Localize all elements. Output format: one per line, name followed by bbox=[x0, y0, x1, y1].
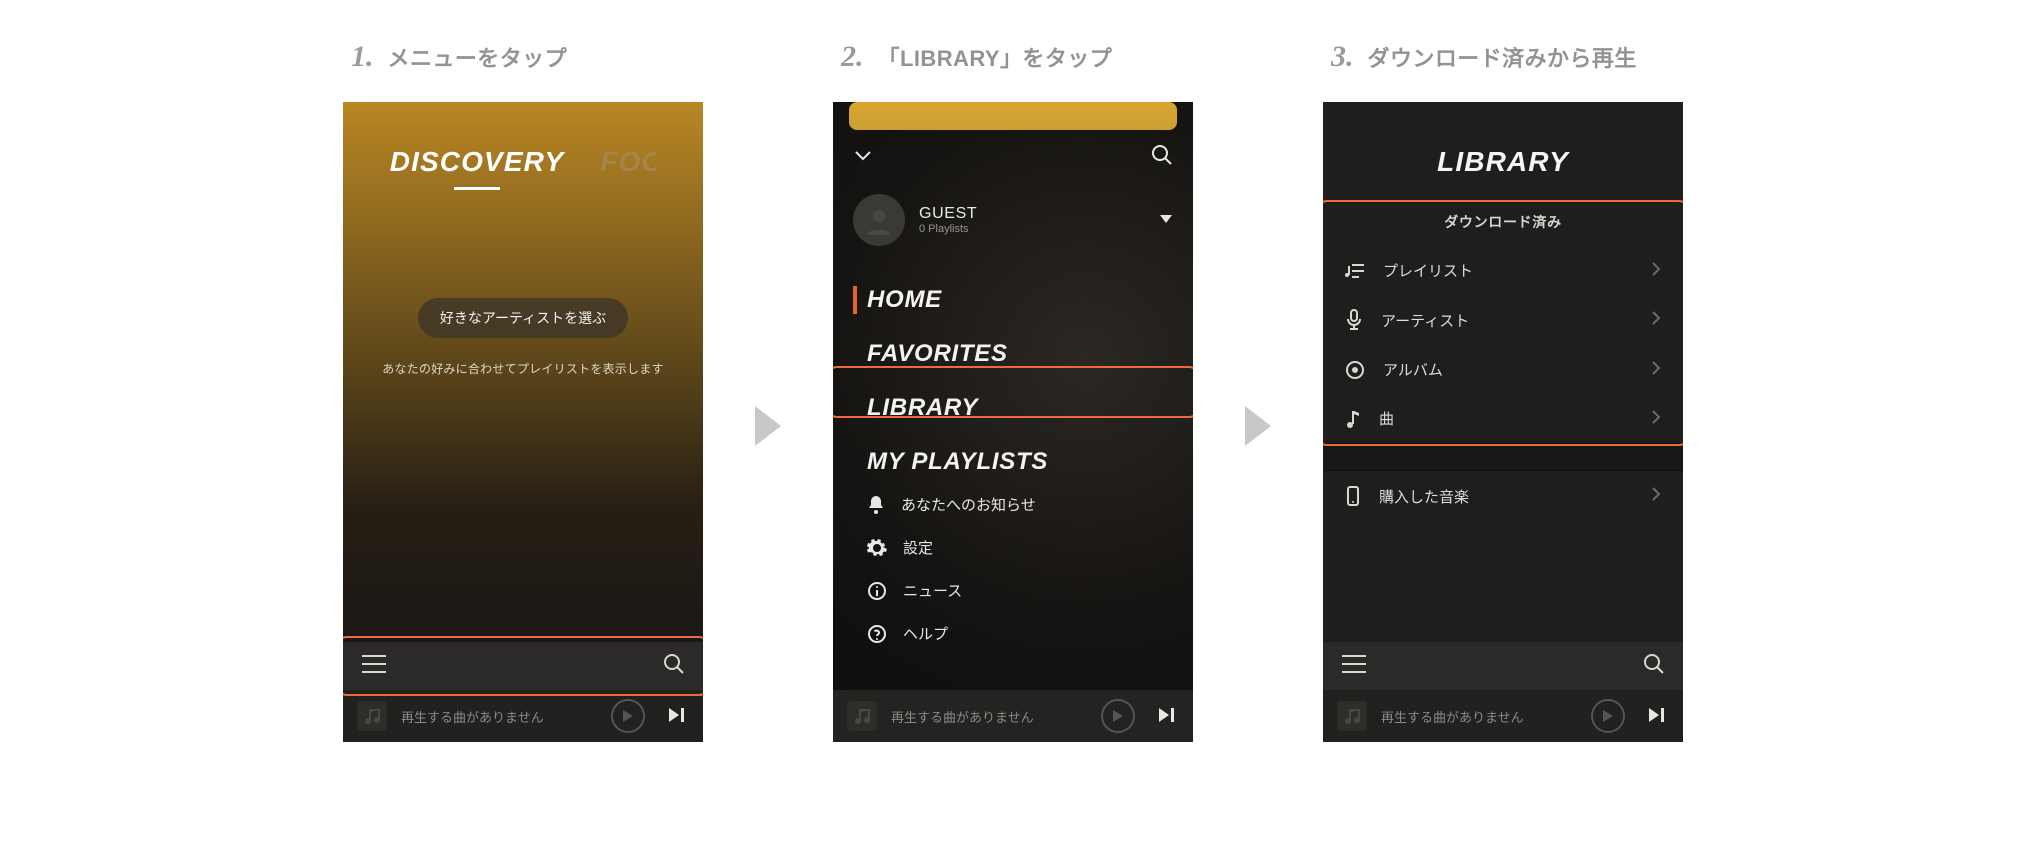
nav-my-playlists[interactable]: MY PLAYLISTS bbox=[867, 444, 1048, 480]
chevron-right-icon bbox=[1651, 409, 1661, 429]
step-1-caption: 1. メニューをタップ bbox=[351, 40, 567, 74]
phone-icon bbox=[1345, 485, 1361, 507]
help-icon bbox=[867, 624, 887, 644]
subnav-settings[interactable]: 設定 bbox=[867, 537, 1036, 558]
library-item-album[interactable]: アルバム bbox=[1323, 345, 1683, 394]
now-playing-text: 再生する曲がありません bbox=[891, 707, 1034, 726]
menu-icon[interactable] bbox=[1341, 654, 1367, 679]
chevron-down-icon[interactable] bbox=[853, 148, 873, 167]
choose-artist-chip[interactable]: 好きなアーティストを選ぶ bbox=[418, 298, 628, 338]
library-title: LIBRARY bbox=[1323, 102, 1683, 178]
subnav-news[interactable]: ニュース bbox=[867, 580, 1036, 601]
caret-down-icon[interactable] bbox=[1159, 211, 1173, 229]
screen-3: LIBRARY ダウンロード済み プレイリスト アーティスト アルバム bbox=[1323, 102, 1683, 742]
subnav-notifications[interactable]: あなたへのお知らせ bbox=[867, 494, 1036, 515]
screen-1: DISCOVERY FOCUS 好きなアーティストを選ぶ あなたの好みに合わせて… bbox=[343, 102, 703, 742]
step-text: 「LIBRARY」をタップ bbox=[878, 41, 1113, 73]
menu-icon[interactable] bbox=[361, 654, 387, 679]
bell-icon bbox=[867, 495, 885, 515]
gear-icon bbox=[867, 538, 887, 558]
play-icon[interactable] bbox=[1101, 699, 1135, 733]
chevron-right-icon bbox=[1651, 486, 1661, 506]
chevron-right-icon bbox=[1651, 360, 1661, 380]
now-playing-text: 再生する曲がありません bbox=[1381, 707, 1524, 726]
search-icon[interactable] bbox=[1151, 144, 1173, 171]
user-name: GUEST bbox=[919, 205, 977, 223]
screen-2: GUEST 0 Playlists HOME FAVORITES LIBRARY… bbox=[833, 102, 1193, 742]
info-icon bbox=[867, 581, 887, 601]
step-text: ダウンロード済みから再生 bbox=[1368, 41, 1637, 73]
library-item-artist[interactable]: アーティスト bbox=[1323, 295, 1683, 345]
disc-icon bbox=[1345, 360, 1365, 380]
top-banner bbox=[849, 102, 1177, 130]
tab-discovery[interactable]: DISCOVERY bbox=[390, 146, 565, 178]
item-label: 曲 bbox=[1379, 408, 1394, 429]
step-number: 2. bbox=[841, 40, 864, 74]
avatar bbox=[853, 194, 905, 246]
music-note-icon bbox=[847, 701, 877, 731]
user-playlist-count: 0 Playlists bbox=[919, 223, 977, 235]
note-icon bbox=[1345, 409, 1361, 429]
subnav-help[interactable]: ヘルプ bbox=[867, 623, 1036, 644]
nav-home[interactable]: HOME bbox=[867, 282, 1048, 318]
step-2-caption: 2. 「LIBRARY」をタップ bbox=[841, 40, 1112, 74]
play-icon[interactable] bbox=[611, 699, 645, 733]
discovery-subtitle: あなたの好みに合わせてプレイリストを表示します bbox=[343, 360, 703, 377]
now-playing-bar[interactable]: 再生する曲がありません bbox=[1323, 690, 1683, 742]
bottom-bar bbox=[1323, 642, 1683, 690]
library-item-purchased[interactable]: 購入した音楽 bbox=[1323, 471, 1683, 521]
playlist-icon bbox=[1345, 262, 1365, 280]
nav-library[interactable]: LIBRARY bbox=[867, 390, 1048, 426]
user-row[interactable]: GUEST 0 Playlists bbox=[853, 194, 1173, 246]
skip-forward-icon[interactable] bbox=[1159, 708, 1179, 725]
now-playing-bar[interactable]: 再生する曲がありません bbox=[343, 690, 703, 742]
microphone-icon bbox=[1345, 309, 1363, 331]
item-label: 購入した音楽 bbox=[1379, 486, 1469, 507]
step-number: 1. bbox=[351, 40, 374, 74]
tab-focus[interactable]: FOCUS bbox=[600, 146, 656, 178]
search-icon[interactable] bbox=[663, 653, 685, 680]
item-label: アーティスト bbox=[1381, 310, 1469, 331]
arrow-icon bbox=[751, 402, 785, 450]
search-icon[interactable] bbox=[1643, 653, 1665, 680]
music-note-icon bbox=[357, 701, 387, 731]
library-item-song[interactable]: 曲 bbox=[1323, 394, 1683, 443]
step-3-caption: 3. ダウンロード済みから再生 bbox=[1331, 40, 1637, 74]
bottom-bar bbox=[343, 642, 703, 690]
skip-forward-icon[interactable] bbox=[669, 708, 689, 725]
chevron-right-icon bbox=[1651, 310, 1661, 330]
arrow-icon bbox=[1241, 402, 1275, 450]
subnav-label: あなたへのお知らせ bbox=[901, 494, 1036, 515]
downloaded-section-header: ダウンロード済み bbox=[1323, 212, 1683, 232]
play-icon[interactable] bbox=[1591, 699, 1625, 733]
now-playing-bar[interactable]: 再生する曲がありません bbox=[833, 690, 1193, 742]
subnav-label: 設定 bbox=[903, 537, 933, 558]
subnav-label: ニュース bbox=[903, 580, 962, 601]
music-note-icon bbox=[1337, 701, 1367, 731]
subnav-label: ヘルプ bbox=[903, 623, 948, 644]
library-item-playlist[interactable]: プレイリスト bbox=[1323, 246, 1683, 295]
chevron-right-icon bbox=[1651, 261, 1661, 281]
step-number: 3. bbox=[1331, 40, 1354, 74]
now-playing-text: 再生する曲がありません bbox=[401, 707, 544, 726]
skip-forward-icon[interactable] bbox=[1649, 708, 1669, 725]
nav-favorites[interactable]: FAVORITES bbox=[867, 336, 1048, 372]
item-label: アルバム bbox=[1383, 359, 1443, 380]
item-label: プレイリスト bbox=[1383, 260, 1473, 281]
step-text: メニューをタップ bbox=[388, 41, 568, 73]
